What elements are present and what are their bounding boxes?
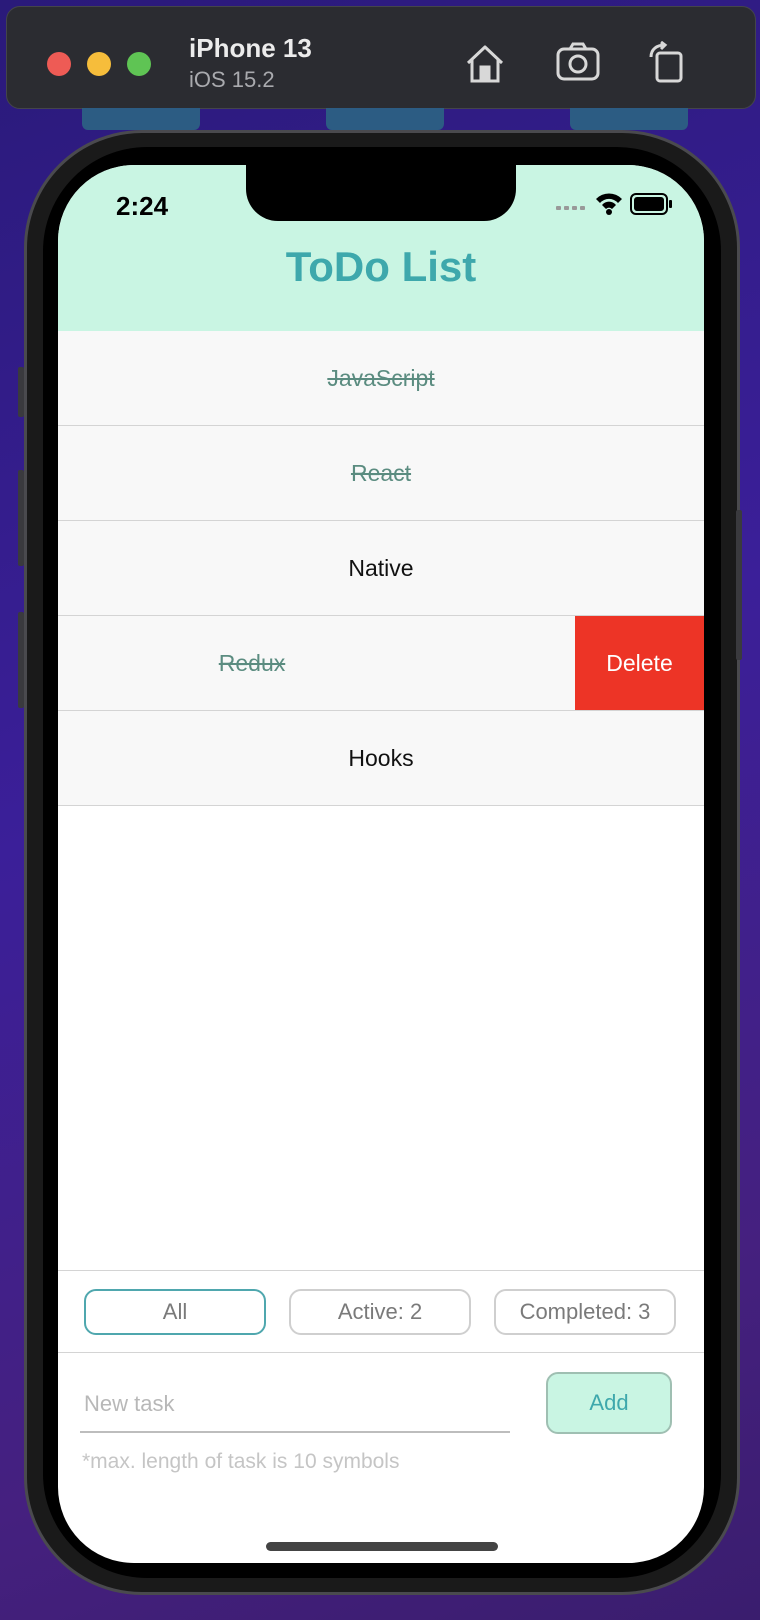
status-icons — [556, 189, 674, 219]
task-list: JavaScript React Native Redux Delete Hoo… — [58, 331, 704, 806]
add-button[interactable]: Add — [546, 1372, 672, 1434]
battery-icon — [630, 193, 672, 215]
window-tab — [570, 108, 688, 130]
task-label: Redux — [218, 650, 286, 676]
list-item[interactable]: Hooks — [58, 711, 704, 806]
task-label: React — [350, 460, 412, 486]
window-tab — [82, 108, 200, 130]
task-length-hint: *max. length of task is 10 symbols — [82, 1450, 400, 1473]
mute-switch — [18, 367, 24, 417]
os-version: iOS 15.2 — [189, 67, 275, 92]
volume-up-button — [18, 470, 24, 566]
page-title: ToDo List — [285, 243, 477, 290]
list-item[interactable]: React — [58, 426, 704, 521]
rotate-icon[interactable] — [645, 40, 691, 85]
home-indicator[interactable] — [266, 1542, 498, 1551]
device-name: iPhone 13 — [189, 33, 312, 63]
minimize-window-button[interactable] — [87, 52, 111, 76]
list-item[interactable]: Native — [58, 521, 704, 616]
app-screen: 2:24 ToDo List JavaScript React Native R… — [58, 165, 704, 1563]
list-item[interactable]: JavaScript — [58, 331, 704, 426]
filter-active-button[interactable]: Active: 2 — [289, 1289, 471, 1335]
window-tab — [326, 108, 444, 130]
filter-bar: All Active: 2 Completed: 3 — [58, 1270, 704, 1353]
delete-button[interactable]: Delete — [575, 616, 704, 710]
task-label: Native — [348, 555, 414, 581]
filter-all-button[interactable]: All — [84, 1289, 266, 1335]
close-window-button[interactable] — [47, 52, 71, 76]
cellular-signal-icon — [556, 206, 585, 210]
task-label: Hooks — [348, 745, 414, 771]
new-task-input[interactable] — [80, 1377, 510, 1433]
status-time: 2:24 — [116, 191, 169, 221]
home-icon[interactable] — [462, 41, 508, 85]
power-button — [736, 510, 742, 660]
filter-completed-button[interactable]: Completed: 3 — [494, 1289, 676, 1335]
volume-down-button — [18, 612, 24, 708]
list-item[interactable]: Redux Delete — [58, 616, 704, 711]
zoom-window-button[interactable] — [127, 52, 151, 76]
simulator-toolbar: iPhone 13 iOS 15.2 — [6, 6, 756, 109]
screenshot-icon[interactable] — [555, 41, 601, 85]
notch — [246, 165, 516, 221]
app-header: 2:24 ToDo List — [58, 165, 704, 331]
task-label: JavaScript — [327, 365, 435, 391]
wifi-icon — [596, 193, 622, 215]
